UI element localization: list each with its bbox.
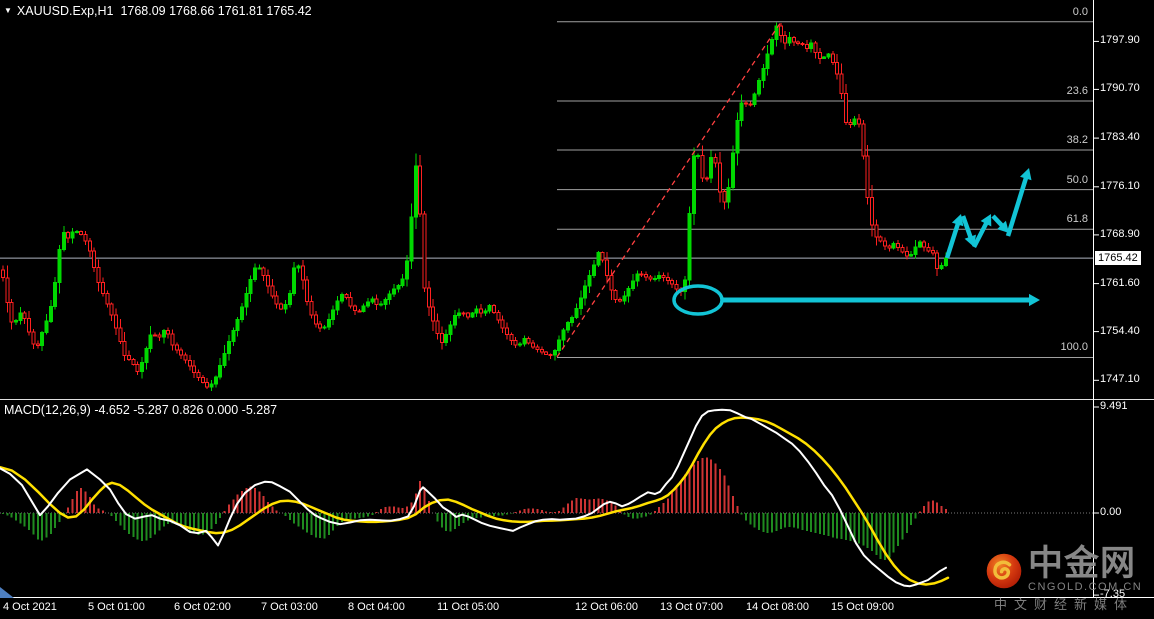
fib-level-label: 61.8 [1066, 213, 1088, 226]
watermark: 中金网 CNGOLD.COM.CN [986, 544, 1143, 593]
macd-histogram [2, 457, 947, 561]
current-price-label: 1765.42 [1095, 251, 1141, 266]
fib-level-label: 38.2 [1066, 133, 1088, 146]
time-axis-label: 8 Oct 04:00 [348, 601, 405, 613]
macd-scale-max: 9.491 [1100, 399, 1128, 412]
time-axis-label: 12 Oct 06:00 [575, 601, 638, 613]
cngold-logo-icon [986, 553, 1022, 589]
price-axis-label: 1790.70 [1100, 82, 1140, 95]
macd-signal-line [0, 416, 950, 586]
price-axis-label: 1747.10 [1100, 373, 1140, 386]
time-axis-label: 13 Oct 07:00 [660, 601, 723, 613]
watermark-domain: CNGOLD.COM.CN [1028, 581, 1143, 593]
fib-level-label: 50.0 [1066, 173, 1088, 186]
macd-main-line [0, 408, 947, 588]
time-axis-label: 6 Oct 02:00 [174, 601, 231, 613]
macd-values: -4.652 -5.287 0.826 0.000 -5.287 [94, 403, 278, 417]
time-axis-label: 4 Oct 2021 [3, 601, 57, 613]
breakout-ellipse [672, 284, 724, 316]
price-axis-label: 1783.40 [1100, 131, 1140, 144]
price-axis-label: 1754.40 [1100, 324, 1140, 337]
macd-name: MACD(12,26,9) [4, 403, 91, 417]
price-axis-label: 1776.10 [1100, 179, 1140, 192]
fib-level-label: 100.0 [1060, 341, 1088, 354]
macd-scale-zero: 0.00 [1100, 506, 1122, 518]
fib-level-label: 23.6 [1066, 84, 1088, 97]
price-axis-label: 1761.60 [1100, 276, 1140, 289]
watermark-tagline: 中文财经新媒体 [994, 597, 1135, 612]
price-axis-label: 1797.90 [1100, 34, 1140, 47]
chart-canvas[interactable] [0, 0, 1154, 619]
watermark-cn-name: 中金网 [1028, 544, 1137, 583]
time-axis-label: 7 Oct 03:00 [261, 601, 318, 613]
time-axis-label: 15 Oct 09:00 [831, 601, 894, 613]
macd-indicator-label: MACD(12,26,9) -4.652 -5.287 0.826 0.000 … [4, 403, 277, 417]
time-axis-label: 5 Oct 01:00 [88, 601, 145, 613]
ohlc-values: 1768.09 1768.66 1761.81 1765.42 [120, 4, 312, 18]
time-axis-label: 14 Oct 08:00 [746, 601, 809, 613]
chart-title: ▼ XAUUSD.Exp,H1 1768.09 1768.66 1761.81 1… [4, 4, 312, 18]
corner-scroll-triangle[interactable] [0, 587, 14, 598]
candlestick-series[interactable] [1, 22, 948, 392]
symbol-timeframe-label: XAUUSD.Exp,H1 [16, 4, 114, 18]
price-axis-label: 1768.90 [1100, 227, 1140, 240]
symbol-dropdown-icon[interactable]: ▼ [4, 6, 12, 15]
fibonacci-retracement[interactable] [557, 21, 1093, 358]
mt4-chart-window: ▼ XAUUSD.Exp,H1 1768.09 1768.66 1761.81 1… [0, 0, 1154, 619]
time-axis-label: 11 Oct 05:00 [437, 601, 500, 613]
fib-level-label: 0.0 [1072, 5, 1088, 18]
